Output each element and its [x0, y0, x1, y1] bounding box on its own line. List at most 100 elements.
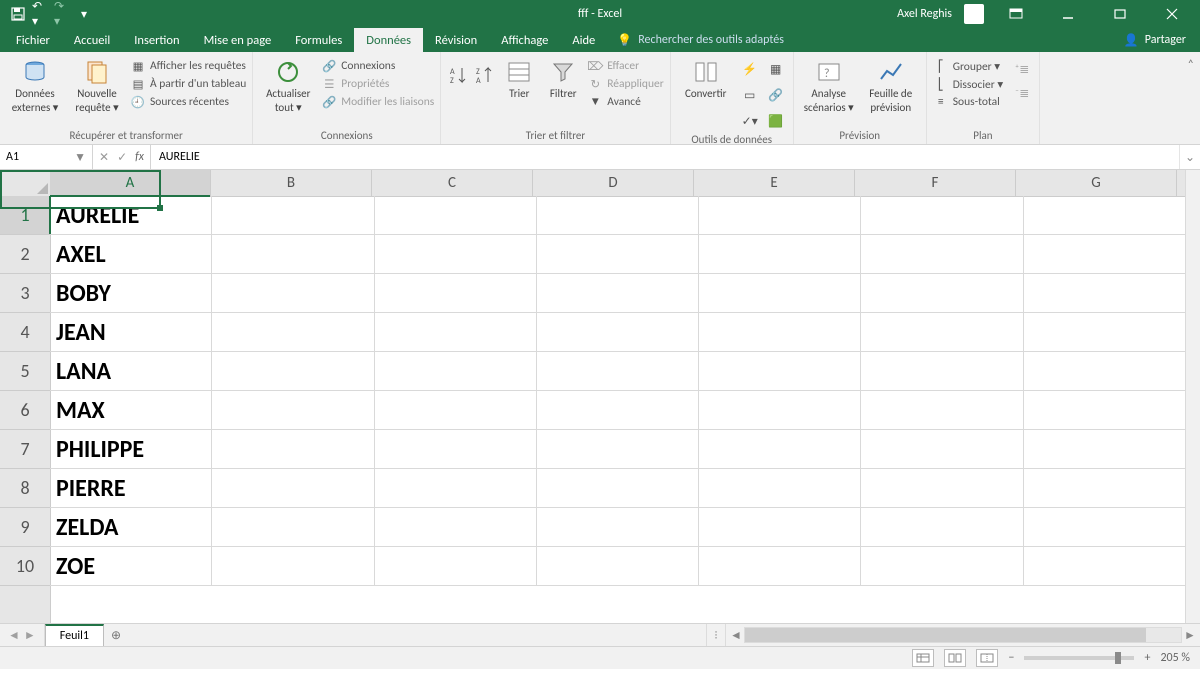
show-detail-button[interactable]: ⁺≣ — [1011, 58, 1033, 80]
cell[interactable] — [537, 469, 699, 507]
redo-icon[interactable]: ↷ ▾ — [54, 6, 70, 22]
ungroup-button[interactable]: ⎣Dissocier ▾ — [933, 76, 1003, 92]
cell[interactable]: BOBY — [50, 274, 212, 312]
consolidate-button[interactable]: ▦ — [765, 58, 787, 80]
cell[interactable]: PHILIPPE — [50, 430, 212, 468]
manage-data-model-button[interactable]: 🟩 — [765, 110, 787, 132]
cell[interactable] — [861, 469, 1023, 507]
cell[interactable] — [212, 391, 374, 429]
cell[interactable] — [212, 547, 374, 585]
cell[interactable] — [861, 196, 1023, 234]
cell[interactable] — [1024, 196, 1186, 234]
name-box[interactable]: A1 ▼ — [0, 145, 93, 169]
cell[interactable] — [537, 196, 699, 234]
column-header[interactable]: D — [533, 170, 694, 196]
subtotal-button[interactable]: ≡Sous-total — [933, 94, 1003, 110]
cell[interactable]: JEAN — [50, 313, 212, 351]
cell[interactable] — [212, 508, 374, 546]
row-header[interactable]: 10 — [0, 547, 50, 586]
tab-affichage[interactable]: Affichage — [489, 28, 560, 52]
scroll-right-icon[interactable]: ► — [1182, 628, 1198, 643]
cell[interactable] — [861, 430, 1023, 468]
relationships-button[interactable]: 🔗 — [765, 84, 787, 106]
connections-button[interactable]: 🔗Connexions — [321, 58, 434, 74]
flash-fill-button[interactable]: ⚡ — [739, 58, 761, 80]
avatar[interactable] — [964, 4, 984, 24]
cell[interactable] — [212, 196, 374, 234]
hide-detail-button[interactable]: ⁻≣ — [1011, 82, 1033, 104]
cell[interactable] — [1024, 469, 1186, 507]
cell[interactable] — [537, 508, 699, 546]
cell[interactable] — [1024, 508, 1186, 546]
external-data-button[interactable]: Données externes ▾ — [6, 54, 64, 114]
prev-sheet-icon[interactable]: ◄ — [8, 628, 20, 643]
column-header[interactable]: F — [855, 170, 1016, 196]
normal-view-button[interactable] — [912, 649, 934, 667]
cell[interactable] — [537, 352, 699, 390]
page-layout-view-button[interactable] — [944, 649, 966, 667]
cell[interactable] — [699, 508, 861, 546]
cell[interactable] — [212, 352, 374, 390]
cell[interactable] — [537, 235, 699, 273]
cell[interactable] — [375, 274, 537, 312]
cell[interactable] — [699, 391, 861, 429]
row-header[interactable]: 7 — [0, 430, 50, 469]
cell[interactable] — [1024, 391, 1186, 429]
cell[interactable] — [699, 196, 861, 234]
tab-donnees[interactable]: Données — [354, 28, 423, 52]
tab-accueil[interactable]: Accueil — [62, 28, 122, 52]
cell[interactable] — [375, 430, 537, 468]
select-all-corner[interactable] — [0, 170, 51, 197]
column-header[interactable]: B — [211, 170, 372, 196]
tab-aide[interactable]: Aide — [560, 28, 607, 52]
zoom-slider[interactable] — [1024, 656, 1134, 660]
group-button[interactable]: ⎡Grouper ▾ — [933, 58, 1003, 74]
chevron-down-icon[interactable]: ▼ — [74, 150, 86, 165]
new-query-button[interactable]: Nouvelle requête ▾ — [68, 54, 126, 114]
cell[interactable] — [861, 313, 1023, 351]
cell[interactable] — [212, 235, 374, 273]
tab-revision[interactable]: Révision — [423, 28, 489, 52]
cell[interactable] — [375, 508, 537, 546]
sort-button[interactable]: Trier — [499, 54, 539, 100]
cell[interactable] — [861, 235, 1023, 273]
cell[interactable] — [1024, 235, 1186, 273]
cell[interactable] — [699, 274, 861, 312]
remove-duplicates-button[interactable]: ▭ — [739, 84, 761, 106]
cell[interactable] — [1024, 274, 1186, 312]
next-sheet-icon[interactable]: ► — [24, 628, 36, 643]
scroll-split-icon[interactable]: ⁝ — [706, 624, 726, 646]
save-icon[interactable] — [10, 6, 26, 22]
row-header[interactable]: 5 — [0, 352, 50, 391]
fx-icon[interactable]: fx — [135, 150, 144, 164]
forecast-sheet-button[interactable]: Feuille de prévision — [862, 54, 920, 114]
collapse-ribbon-icon[interactable]: ˄ — [1188, 58, 1194, 72]
cell[interactable] — [861, 547, 1023, 585]
cell[interactable] — [375, 313, 537, 351]
tab-formules[interactable]: Formules — [283, 28, 354, 52]
page-break-view-button[interactable] — [976, 649, 998, 667]
cell[interactable] — [212, 469, 374, 507]
cell[interactable]: PIERRE — [50, 469, 212, 507]
cell[interactable] — [699, 430, 861, 468]
cell[interactable] — [699, 352, 861, 390]
cell[interactable] — [861, 274, 1023, 312]
horizontal-scrollbar[interactable]: ◄ ► — [726, 624, 1200, 646]
cell[interactable] — [537, 430, 699, 468]
scroll-left-icon[interactable]: ◄ — [728, 628, 744, 643]
tell-me-search[interactable]: 💡 Rechercher des outils adaptés — [607, 28, 794, 52]
ribbon-options-icon[interactable] — [996, 0, 1036, 28]
cell[interactable] — [699, 313, 861, 351]
cell[interactable]: LANA — [50, 352, 212, 390]
cell[interactable] — [375, 391, 537, 429]
cell[interactable] — [537, 391, 699, 429]
undo-icon[interactable]: ↶ ▾ — [32, 6, 48, 22]
maximize-button[interactable] — [1100, 0, 1140, 28]
row-header[interactable]: 4 — [0, 313, 50, 352]
filter-button[interactable]: Filtrer — [543, 54, 583, 100]
cell[interactable] — [212, 313, 374, 351]
spreadsheet-grid[interactable]: ABCDEFG 12345678910 AURELIEAXELBOBYJEANL… — [0, 170, 1200, 623]
cell[interactable]: AXEL — [50, 235, 212, 273]
tab-mise-en-page[interactable]: Mise en page — [192, 28, 284, 52]
cell[interactable]: MAX — [50, 391, 212, 429]
